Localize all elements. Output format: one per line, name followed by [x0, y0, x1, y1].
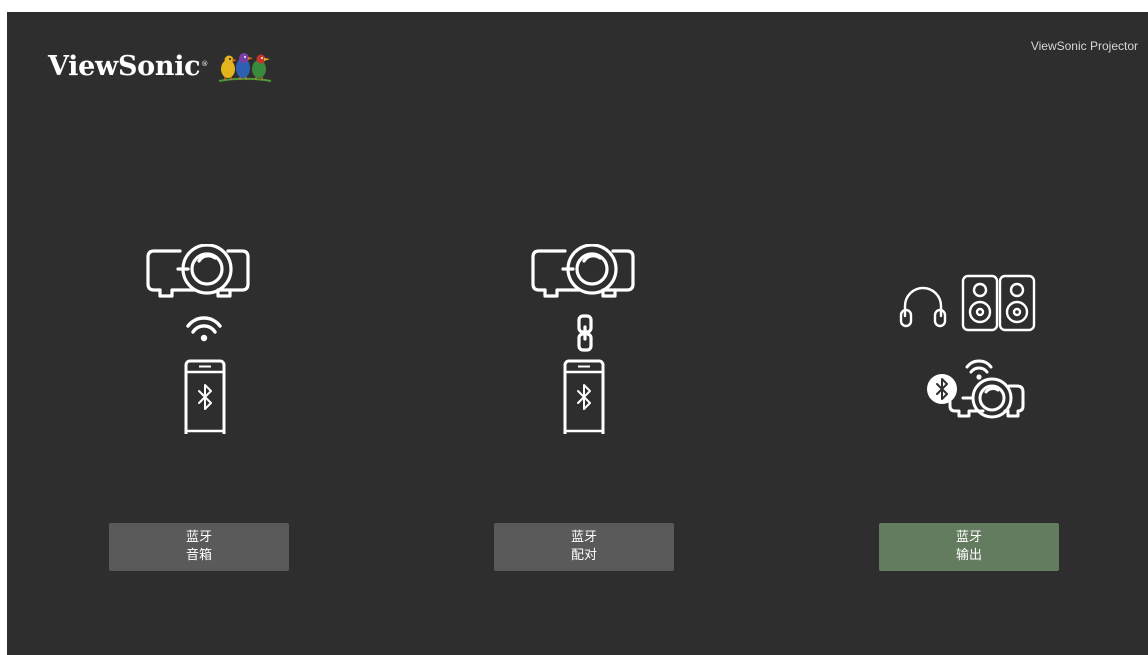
- birds-logo-icon: [219, 53, 272, 82]
- registered-mark: ®: [201, 60, 209, 68]
- brand-name: ViewSonic: [48, 51, 201, 82]
- bluetooth-output-illustration: [899, 274, 1036, 419]
- option-label-line1: 蓝牙: [955, 530, 982, 545]
- bluetooth-pairing-button[interactable]: 蓝牙 配对: [494, 523, 674, 571]
- option-label-line2: 配对: [570, 548, 597, 563]
- projector-screen: ViewSonic ® ViewSonic Projector 蓝牙 音箱 蓝牙…: [7, 12, 1148, 655]
- option-label-line2: 音箱: [185, 548, 212, 563]
- viewsonic-logo: ViewSonic ®: [48, 40, 273, 82]
- bluetooth-speaker-button[interactable]: 蓝牙 音箱: [109, 523, 289, 571]
- option-label-line2: 输出: [955, 548, 982, 563]
- bluetooth-speaker-illustration: [146, 244, 250, 434]
- bluetooth-pairing-illustration: [531, 244, 635, 434]
- option-label-line1: 蓝牙: [570, 530, 597, 545]
- bluetooth-output-button[interactable]: 蓝牙 输出: [879, 523, 1059, 571]
- product-label: ViewSonic Projector: [1030, 39, 1138, 53]
- option-label-line1: 蓝牙: [185, 530, 212, 545]
